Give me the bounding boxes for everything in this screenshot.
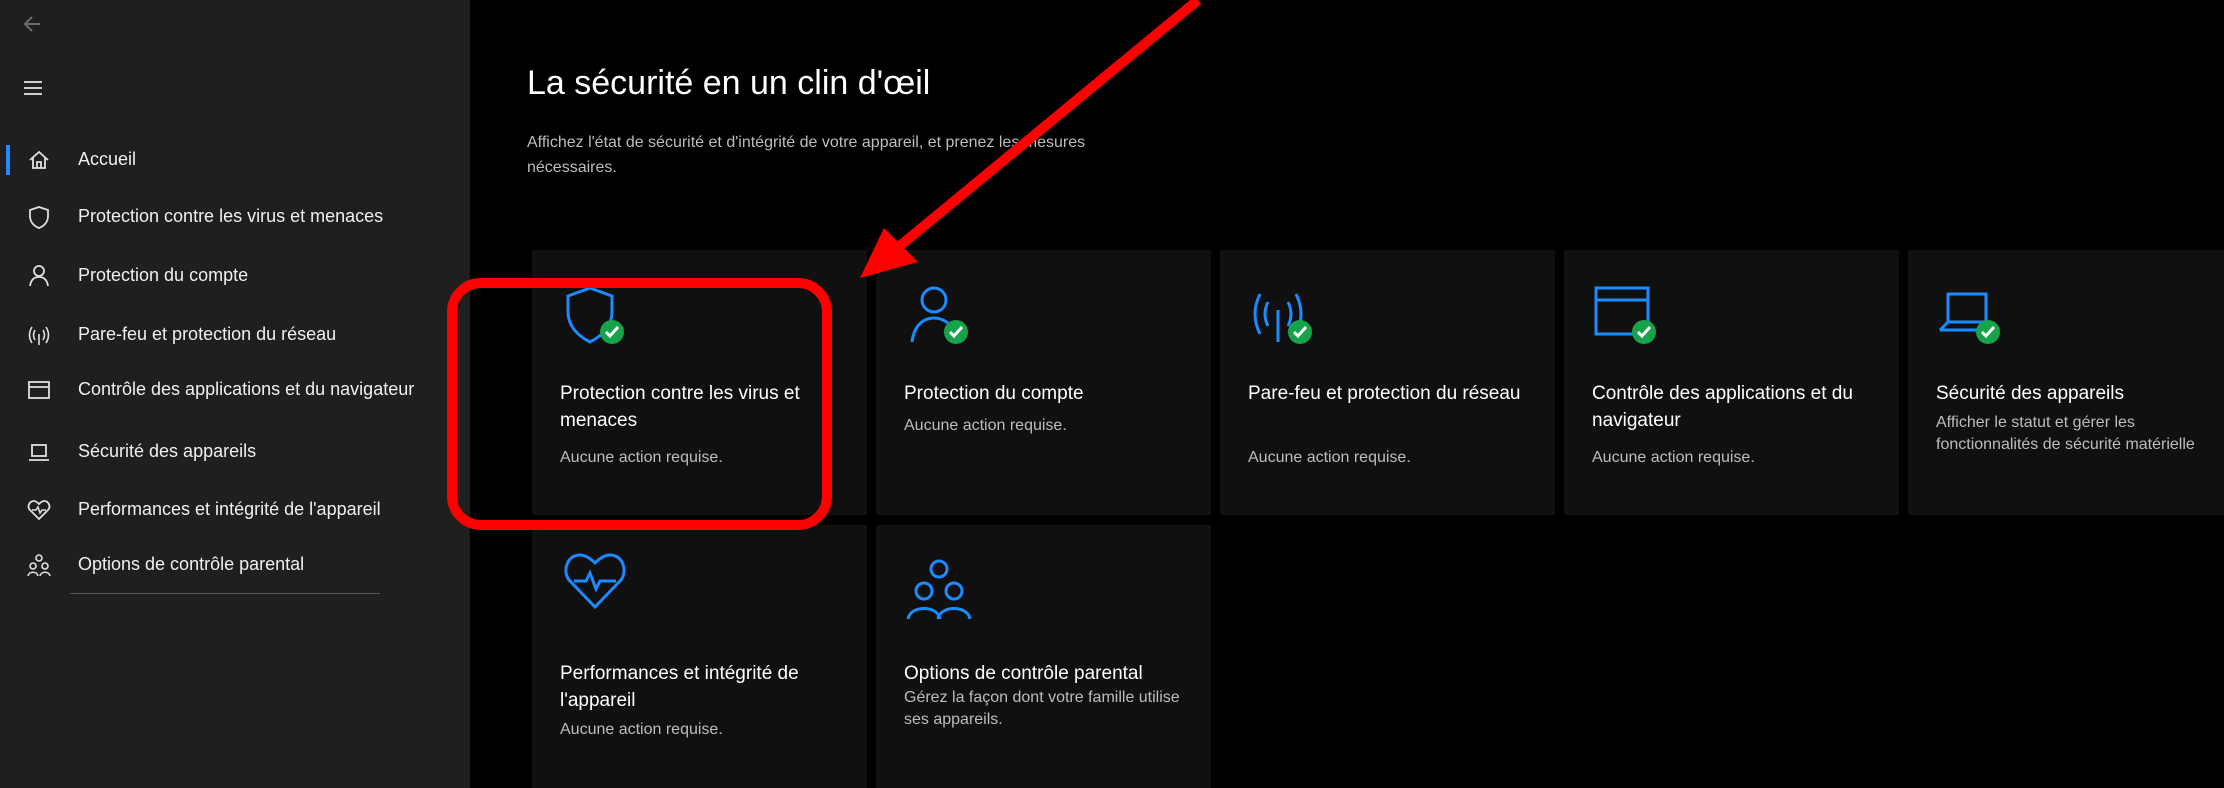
family-icon bbox=[27, 554, 51, 577]
sidebar-item-accueil[interactable]: Accueil bbox=[0, 135, 465, 185]
sidebar-item-label: Options de contrôle parental bbox=[78, 554, 305, 574]
tile-status: Afficher le statut et gérer les fonction… bbox=[1936, 414, 2195, 453]
sidebar-item-label: Protection du compte bbox=[78, 265, 249, 285]
hamburger-menu-button[interactable] bbox=[14, 70, 54, 106]
sidebar-item-device-security[interactable]: Sécurité des appareils bbox=[0, 427, 465, 477]
tile-status: Aucune action requise. bbox=[1248, 449, 1411, 466]
sidebar-item-label: Performances et intégrité de l'appareil bbox=[78, 499, 381, 519]
person-check-icon bbox=[910, 286, 968, 344]
tile-title: Contrôle des applications et du navigate… bbox=[1592, 383, 1853, 431]
tile-title: Performances et intégrité de l'appareil bbox=[560, 663, 799, 711]
sidebar-item-label: Accueil bbox=[78, 149, 137, 169]
shield-icon bbox=[29, 206, 49, 229]
window: Accueil Protection contre les virus et m… bbox=[0, 0, 2224, 788]
arrow-left-icon bbox=[23, 16, 40, 32]
heart-pulse-icon bbox=[564, 553, 626, 610]
sidebar-item-virus[interactable]: Protection contre les virus et menaces bbox=[0, 192, 465, 242]
tile-status: Gérez la façon dont votre famille utilis… bbox=[904, 689, 1180, 728]
family-icon bbox=[906, 559, 972, 620]
active-indicator bbox=[6, 145, 10, 175]
tile-device-security[interactable]: Sécurité des appareils Afficher le statu… bbox=[1908, 250, 2224, 515]
laptop-icon bbox=[29, 444, 49, 461]
page-title: La sécurité en un clin d'œil bbox=[527, 64, 931, 102]
app-window-icon bbox=[28, 381, 50, 399]
page-description: Affichez l'état de sécurité et d'intégri… bbox=[527, 134, 1086, 176]
sidebar-item-label: Sécurité des appareils bbox=[78, 441, 257, 461]
tile-title: Sécurité des appareils bbox=[1936, 383, 2124, 404]
antenna-check-icon bbox=[1253, 293, 1312, 344]
tile-title: Options de contrôle parental bbox=[904, 663, 1143, 684]
tile-app-browser-control[interactable]: Contrôle des applications et du navigate… bbox=[1564, 250, 1899, 515]
sidebar-item-label: Protection contre les virus et menaces bbox=[78, 206, 384, 226]
tile-parental-options[interactable]: Options de contrôle parental Gérez la fa… bbox=[876, 525, 1211, 788]
hamburger-icon bbox=[24, 81, 42, 95]
laptop-check-icon bbox=[1938, 292, 2000, 344]
tile-account-protection[interactable]: Protection du compte Aucune action requi… bbox=[876, 250, 1211, 515]
tile-status: Aucune action requise. bbox=[560, 721, 723, 738]
tile-status: Aucune action requise. bbox=[904, 417, 1067, 434]
sidebar-item-performance[interactable]: Performances et intégrité de l'appareil bbox=[0, 485, 465, 535]
window-check-icon bbox=[1594, 286, 1656, 344]
heart-pulse-icon bbox=[27, 500, 51, 521]
sidebar: Accueil Protection contre les virus et m… bbox=[0, 0, 470, 788]
tile-firewall[interactable]: Pare-feu et protection du réseau Aucune … bbox=[1220, 250, 1555, 515]
tile-title: Protection du compte bbox=[904, 383, 1084, 404]
tile-title: Pare-feu et protection du réseau bbox=[1248, 383, 1521, 404]
back-button[interactable] bbox=[14, 6, 54, 42]
person-icon bbox=[29, 265, 49, 287]
tile-status: Aucune action requise. bbox=[1592, 449, 1755, 466]
wifi-antenna-icon bbox=[28, 326, 50, 345]
sidebar-item-label: Contrôle des applications et du navigate… bbox=[78, 379, 415, 399]
sidebar-item-account[interactable]: Protection du compte bbox=[0, 251, 465, 301]
divider bbox=[70, 593, 380, 594]
sidebar-item-parental[interactable]: Options de contrôle parental bbox=[0, 540, 465, 590]
tile-performance-health[interactable]: Performances et intégrité de l'appareil … bbox=[532, 525, 867, 788]
home-icon bbox=[29, 150, 49, 169]
sidebar-item-firewall[interactable]: Pare-feu et protection du réseau bbox=[0, 310, 465, 360]
sidebar-item-label: Pare-feu et protection du réseau bbox=[78, 324, 337, 344]
annotation-highlight-box bbox=[447, 278, 832, 530]
sidebar-item-app-browser[interactable]: Contrôle des applications et du navigate… bbox=[0, 365, 465, 415]
